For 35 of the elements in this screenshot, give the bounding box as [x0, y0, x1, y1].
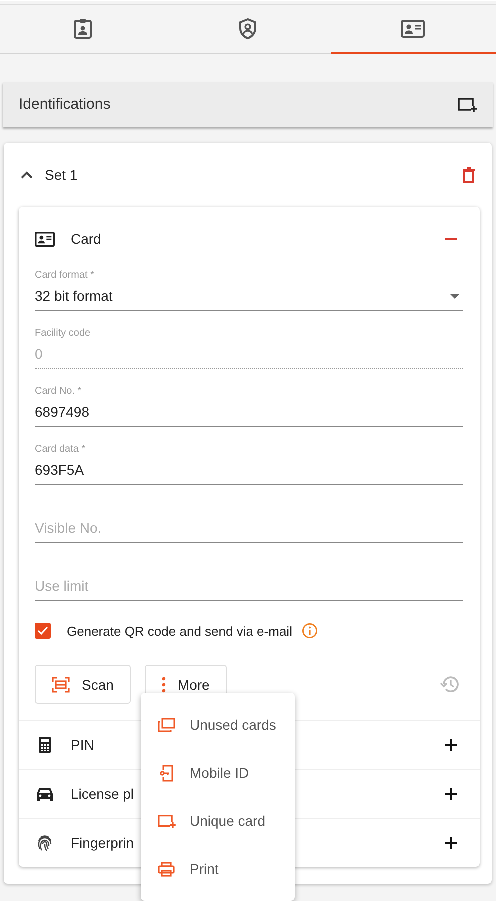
add-icon[interactable] — [444, 787, 458, 801]
info-icon[interactable] — [302, 623, 318, 639]
id-badge-icon — [72, 18, 93, 40]
menu-item[interactable]: Mobile ID — [141, 749, 295, 797]
id-card-icon — [35, 232, 55, 246]
scan-frame-icon — [52, 676, 70, 692]
printer-icon — [157, 862, 176, 876]
select-field[interactable]: Card format * 32 bit format — [35, 253, 463, 311]
section-label: License pl — [71, 786, 136, 802]
add-card-icon — [157, 814, 176, 828]
chevron-icon[interactable] — [21, 171, 33, 179]
id-card-icon — [401, 20, 426, 38]
menu-item[interactable]: Print — [141, 845, 295, 893]
delete-icon[interactable] — [462, 166, 476, 184]
add-icon[interactable] — [444, 836, 458, 850]
car-icon — [35, 786, 55, 802]
add-icon[interactable] — [444, 738, 458, 752]
shield-person-icon — [238, 18, 258, 40]
phone-key-icon — [157, 764, 176, 782]
menu-item[interactable]: Unused cards — [141, 701, 295, 749]
stacked-cards-icon — [157, 718, 176, 732]
section-label: Fingerprin — [71, 835, 136, 851]
menu-item[interactable]: Unique card — [141, 797, 295, 845]
section-title: Identifications — [19, 96, 111, 113]
checkbox[interactable] — [35, 623, 51, 639]
input-field[interactable]: Card data * 693F5A — [35, 427, 463, 485]
checkmark-icon — [37, 626, 49, 636]
section-label: PIN — [71, 737, 96, 753]
scan-button[interactable]: Scan — [35, 665, 131, 704]
more-vertical-icon — [162, 676, 166, 692]
checkbox-label: Generate QR code and send via e-mail — [67, 624, 292, 638]
add-card-icon[interactable] — [457, 96, 477, 112]
section-label: Card — [71, 231, 102, 247]
input-field[interactable]: Card No. * 6897498 — [35, 369, 463, 427]
set-title: Set 1 — [45, 167, 79, 183]
